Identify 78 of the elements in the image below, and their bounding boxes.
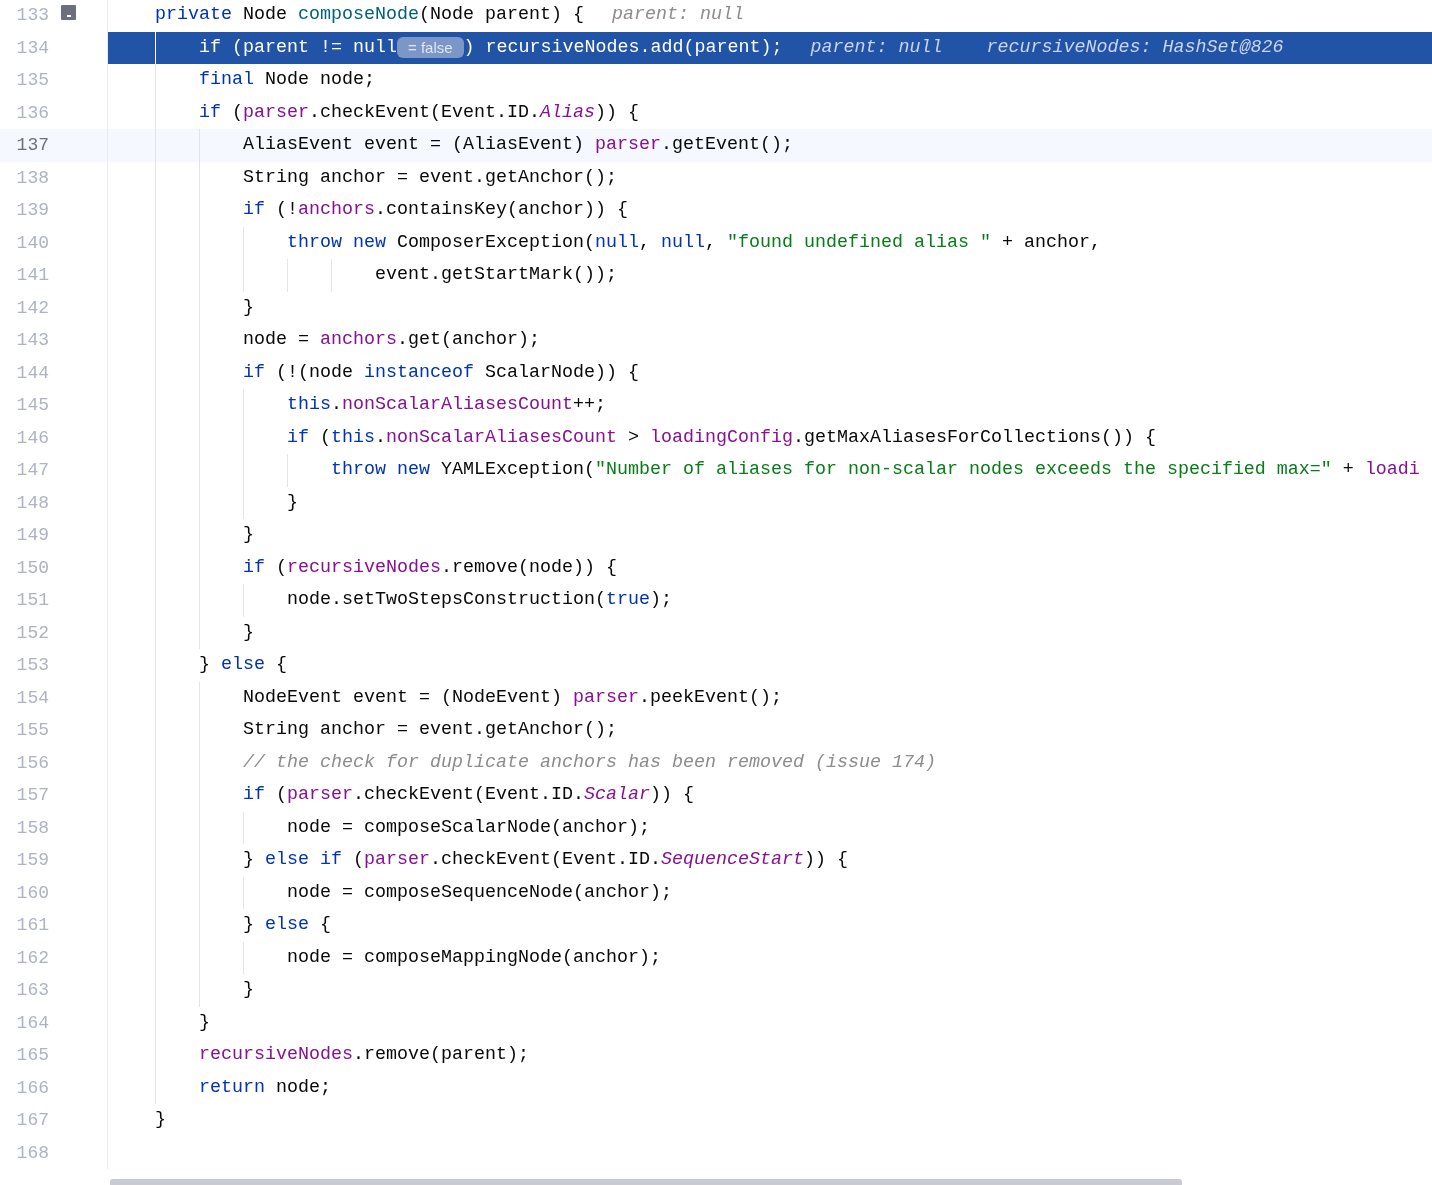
line-number: 160 — [15, 881, 49, 905]
code-text: event.getStartMark()); — [373, 263, 617, 287]
code-text: throw new ComposerException(null, null, "found undefined alias " + anchor, — [285, 230, 1101, 255]
code-text: NodeEvent event = (NodeEvent) parser.peekEvent(); — [241, 685, 782, 710]
line-number: 133 — [15, 4, 49, 27]
code-text: } — [285, 490, 298, 515]
code-text: throw new YAMLException("Number of aliases for non-scalar nodes exceeds the specified max=" + loadi — [329, 458, 1420, 482]
line-number: 136 — [15, 101, 49, 125]
code-text: final Node node; — [198, 68, 375, 92]
line-number: 144 — [15, 361, 49, 385]
value-hint: = false — [397, 37, 464, 59]
line-number: 166 — [15, 1076, 49, 1100]
code-text: if (parser.checkEvent(Event.ID.Alias)) { — [198, 100, 639, 125]
code-text: } — [241, 295, 254, 320]
line-number: 135 — [15, 69, 49, 92]
code-text: node = composeScalarNode(anchor); — [285, 815, 650, 840]
inline-debug-value: recursiveNodes: HashSet@826 — [986, 35, 1284, 60]
line-number: 159 — [15, 849, 49, 872]
code-text: String anchor = event.getAnchor(); — [241, 718, 617, 742]
line-number: 150 — [15, 556, 49, 580]
line-number: 141 — [15, 264, 49, 287]
code-text: } — [241, 978, 254, 1002]
line-number: 146 — [15, 426, 49, 450]
code-text: } else if (parser.checkEvent(Event.ID.SequenceStart)) { — [241, 848, 848, 872]
code-text: if (recursiveNodes.remove(node)) { — [241, 555, 617, 580]
code-text: } — [198, 1010, 210, 1035]
code-text: return node; — [198, 1075, 331, 1100]
line-number: 138 — [15, 166, 49, 190]
code-text: AliasEvent event = (AliasEvent) parser.getEvent(); — [241, 133, 793, 157]
code-text: recursiveNodes.remove(parent); — [198, 1043, 529, 1067]
line-number: 147 — [15, 459, 49, 482]
code-text: if (parent != null — [198, 35, 397, 60]
code-text: if (!anchors.containsKey(anchor)) { — [241, 198, 628, 222]
line-number: 139 — [15, 199, 49, 222]
line-number: 134 — [15, 36, 49, 60]
code-text: node = composeSequenceNode(anchor); — [285, 880, 672, 905]
line-number: 145 — [15, 394, 49, 417]
line-number: 163 — [15, 979, 49, 1002]
line-number: 148 — [15, 491, 49, 515]
code-text: if (parser.checkEvent(Event.ID.Scalar)) { — [241, 783, 694, 807]
code-text: } — [154, 1108, 166, 1132]
inline-debug-value: parent: null — [810, 35, 943, 60]
code-text: String anchor = event.getAnchor(); — [241, 165, 617, 190]
code-text: this.nonScalarAliasesCount++; — [285, 393, 606, 417]
code-text: // the check for duplicate anchors has been removed (issue 174) — [241, 750, 936, 775]
code-text: if (!(node instanceof ScalarNode)) { — [241, 360, 639, 385]
line-number: 156 — [15, 751, 49, 775]
code-text: } else { — [198, 653, 287, 677]
gutter-marker-icon[interactable] — [61, 5, 76, 20]
line-number: 149 — [15, 524, 49, 547]
code-text: node.setTwoStepsConstruction(true); — [285, 588, 672, 612]
line-number: 142 — [15, 296, 49, 320]
horizontal-scrollbar[interactable] — [110, 1179, 1182, 1185]
line-number: 162 — [15, 946, 49, 970]
line-number: 157 — [15, 784, 49, 807]
line-number: 140 — [15, 231, 49, 255]
line-number: 152 — [15, 621, 49, 645]
line-number: 155 — [15, 719, 49, 742]
inline-debug-value: parent: null — [612, 3, 744, 27]
code-text: node = anchors.get(anchor); — [241, 328, 540, 352]
line-number: 154 — [15, 686, 49, 710]
line-number: 161 — [15, 914, 49, 937]
line-number: 153 — [15, 654, 49, 677]
code-text: } — [241, 620, 254, 645]
code-text: node = composeMappingNode(anchor); — [285, 945, 661, 970]
code-text: if (this.nonScalarAliasesCount > loadingConfig.getMaxAliasesForCollections()) { — [285, 425, 1156, 450]
code-text: } — [241, 523, 254, 547]
code-text: private Node composeNode(Node parent) { — [154, 3, 584, 27]
line-number: 167 — [15, 1109, 49, 1132]
line-number: 158 — [15, 816, 49, 840]
code-text: } else { — [241, 913, 331, 937]
code-text: ) recursiveNodes.add(parent); — [463, 35, 783, 60]
line-number: 137 — [15, 134, 49, 157]
line-number: 164 — [15, 1011, 49, 1035]
line-number: 143 — [15, 329, 49, 352]
line-number: 165 — [15, 1044, 49, 1067]
line-number: 168 — [15, 1141, 49, 1165]
line-number: 151 — [15, 589, 49, 612]
